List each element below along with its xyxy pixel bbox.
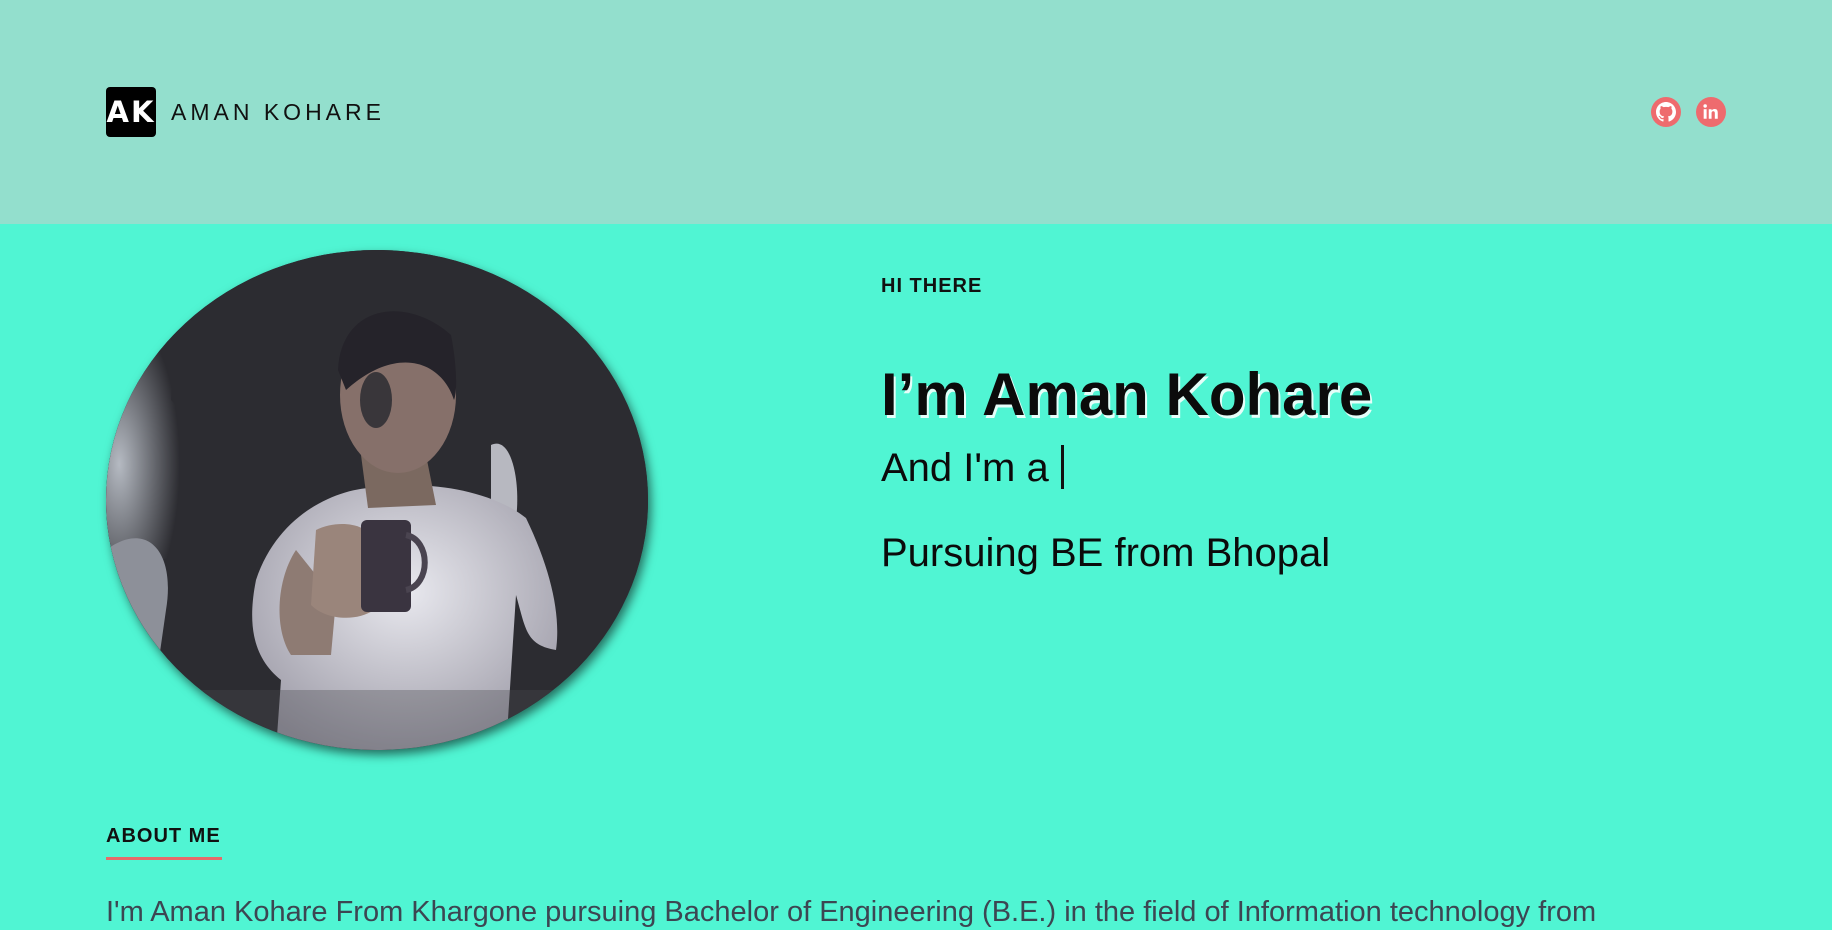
linkedin-icon[interactable] [1696,97,1726,127]
about-text: I'm Aman Kohare From Khargone pursuing B… [106,896,1597,928]
about-heading: ABOUT ME [106,825,221,847]
hero-greeting: HI THERE [881,275,983,297]
profile-photo [106,250,648,750]
typing-prefix: And I'm a [881,446,1049,490]
logo: AK [106,87,156,137]
hero-title: I’m Aman Kohare [881,361,1373,428]
brand-link[interactable]: AK AMAN KOHARE [106,87,385,137]
brand-name: AMAN KOHARE [171,98,385,125]
hero-subtitle: Pursuing BE from Bhopal [881,531,1331,575]
site-header: AK AMAN KOHARE [0,0,1832,224]
github-icon[interactable] [1651,97,1681,127]
about-underline [106,857,222,860]
typing-text: And I'm a [881,445,1064,491]
typing-cursor [1060,445,1064,489]
social-links [1651,97,1726,127]
